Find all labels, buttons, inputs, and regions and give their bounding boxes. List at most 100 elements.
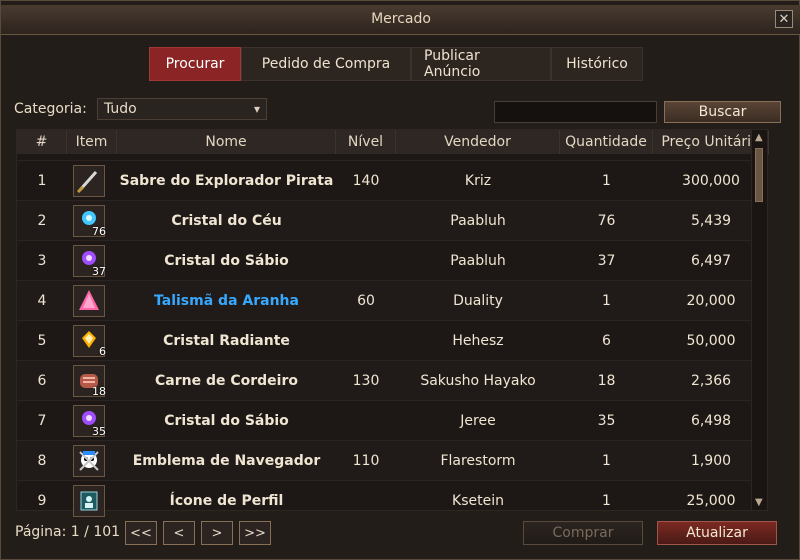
- item-level: 140: [352, 173, 380, 189]
- table-row[interactable]: 5 6 Cristal Radiante Hehesz 6 50,000: [17, 320, 767, 360]
- scroll-down-icon[interactable]: ▼: [755, 497, 763, 508]
- row-number: 4: [37, 293, 47, 309]
- col-item: Item: [67, 130, 117, 154]
- window-title: Mercado: [371, 11, 431, 27]
- item-seller: Hehesz: [452, 333, 504, 349]
- table-row[interactable]: 8 Emblema de Navegador 110 Flarestorm 1 …: [17, 440, 767, 480]
- item-level: 110: [352, 453, 380, 469]
- item-name: Sabre do Explorador Pirata: [119, 173, 334, 189]
- item-quantity: 1: [602, 293, 611, 309]
- tab-publicar-anuncio[interactable]: Publicar Anúncio: [411, 47, 551, 81]
- icon-quantity: 37: [92, 265, 106, 278]
- icon-quantity: 6: [99, 345, 106, 358]
- item-seller: Kriz: [464, 173, 492, 189]
- profile-icon: [73, 485, 105, 517]
- item-name: Emblema de Navegador: [132, 453, 321, 469]
- row-number: 6: [37, 373, 47, 389]
- item-level: [336, 321, 396, 361]
- table-row[interactable]: 7 35 Cristal do Sábio Jeree 35 6,498: [17, 400, 767, 440]
- row-number: 5: [37, 333, 47, 349]
- table-row[interactable]: 3 37 Cristal do Sábio Paabluh 37 6,497: [17, 240, 767, 280]
- item-level: 60: [357, 293, 375, 309]
- item-level: [336, 201, 396, 241]
- item-quantity: 1: [602, 493, 611, 509]
- scroll-up-icon[interactable]: ▲: [755, 132, 763, 143]
- item-name: Cristal do Céu: [171, 213, 282, 229]
- search-input[interactable]: [494, 101, 657, 123]
- items-table: # Item Nome Nível Vendedor Quantidade Pr…: [16, 129, 769, 517]
- category-value: Tudo: [104, 101, 137, 117]
- navigator-emblem-icon: [73, 445, 105, 477]
- table-row[interactable]: 9 Ícone de Perfil Ksetein 1 25,000: [17, 480, 767, 520]
- row-number: 2: [37, 213, 47, 229]
- row-number: 1: [37, 173, 47, 189]
- pager-next-button[interactable]: >: [201, 521, 233, 545]
- table-row[interactable]: 1 Sabre do Explorador Pirata 140 Kriz 1 …: [17, 160, 767, 200]
- refresh-button[interactable]: Atualizar: [657, 521, 777, 545]
- pager-last-button[interactable]: >>: [239, 521, 271, 545]
- item-quantity: 35: [597, 413, 616, 429]
- sage-crystal-icon: 37: [73, 245, 106, 278]
- scrollbar[interactable]: ▲ ▼: [751, 130, 767, 510]
- item-level: [336, 481, 396, 521]
- item-seller: Ksetein: [452, 493, 504, 509]
- icon-quantity: 35: [92, 425, 106, 438]
- tabs: Procurar Pedido de Compra Publicar Anúnc…: [149, 47, 643, 81]
- sky-crystal-icon: 76: [73, 205, 106, 238]
- category-select[interactable]: Tudo ▾: [97, 98, 267, 120]
- sage-crystal-icon: 35: [73, 405, 106, 438]
- item-seller: Duality: [453, 293, 503, 309]
- category-label: Categoria:: [14, 101, 87, 117]
- item-level: 130: [352, 373, 380, 389]
- row-number: 9: [37, 493, 47, 509]
- item-seller: Flarestorm: [440, 453, 516, 469]
- market-window: Mercado ✕ Procurar Pedido de Compra Publ…: [0, 0, 800, 560]
- item-seller: Paabluh: [450, 213, 506, 229]
- item-name: Ícone de Perfil: [169, 493, 284, 509]
- item-level: [336, 401, 396, 441]
- item-quantity: 37: [597, 253, 616, 269]
- item-seller: Paabluh: [450, 253, 506, 269]
- table-row[interactable]: 4 Talismã da Aranha 60 Duality 1 20,000: [17, 280, 767, 320]
- search-button[interactable]: Buscar: [664, 101, 781, 123]
- col-level: Nível: [336, 130, 396, 154]
- scroll-thumb[interactable]: [755, 148, 763, 202]
- row-number: 7: [37, 413, 47, 429]
- table-row[interactable]: 6 18 Carne de Cordeiro 130 Sakusho Hayak…: [17, 360, 767, 400]
- row-number: 3: [37, 253, 47, 269]
- table-row[interactable]: 2 76 Cristal do Céu Paabluh 76 5,439: [17, 200, 767, 240]
- item-quantity: 6: [602, 333, 611, 349]
- tab-pedido-de-compra[interactable]: Pedido de Compra: [241, 47, 411, 81]
- tab-procurar[interactable]: Procurar: [149, 47, 241, 81]
- col-quantity: Quantidade: [560, 130, 653, 154]
- col-number: #: [17, 130, 67, 154]
- item-name: Cristal do Sábio: [164, 253, 289, 269]
- radiant-crystal-icon: 6: [73, 325, 106, 358]
- item-quantity: 76: [597, 213, 616, 229]
- close-icon[interactable]: ✕: [775, 10, 793, 28]
- icon-quantity: 76: [92, 225, 106, 238]
- item-name: Carne de Cordeiro: [155, 373, 298, 389]
- item-level: [336, 241, 396, 281]
- spider-talisman-icon: [73, 285, 105, 317]
- item-quantity: 18: [597, 373, 616, 389]
- col-name: Nome: [117, 130, 336, 154]
- lamb-meat-icon: 18: [73, 365, 106, 398]
- col-seller: Vendedor: [396, 130, 560, 154]
- item-seller: Jeree: [460, 413, 496, 429]
- pager-first-button[interactable]: <<: [125, 521, 157, 545]
- pager-prev-button[interactable]: <: [163, 521, 195, 545]
- chevron-down-icon: ▾: [253, 102, 260, 116]
- item-name: Talismã da Aranha: [154, 293, 299, 309]
- titlebar: Mercado ✕: [1, 5, 800, 35]
- row-number: 8: [37, 453, 47, 469]
- buy-button[interactable]: Comprar: [523, 521, 643, 545]
- tab-historico[interactable]: Histórico: [551, 47, 643, 81]
- page-label: Página: 1 / 101: [15, 524, 121, 540]
- item-name: Cristal Radiante: [163, 333, 290, 349]
- icon-quantity: 18: [92, 385, 106, 398]
- saber-icon: [73, 165, 105, 197]
- item-quantity: 1: [602, 453, 611, 469]
- item-name: Cristal do Sábio: [164, 413, 289, 429]
- item-seller: Sakusho Hayako: [420, 373, 536, 389]
